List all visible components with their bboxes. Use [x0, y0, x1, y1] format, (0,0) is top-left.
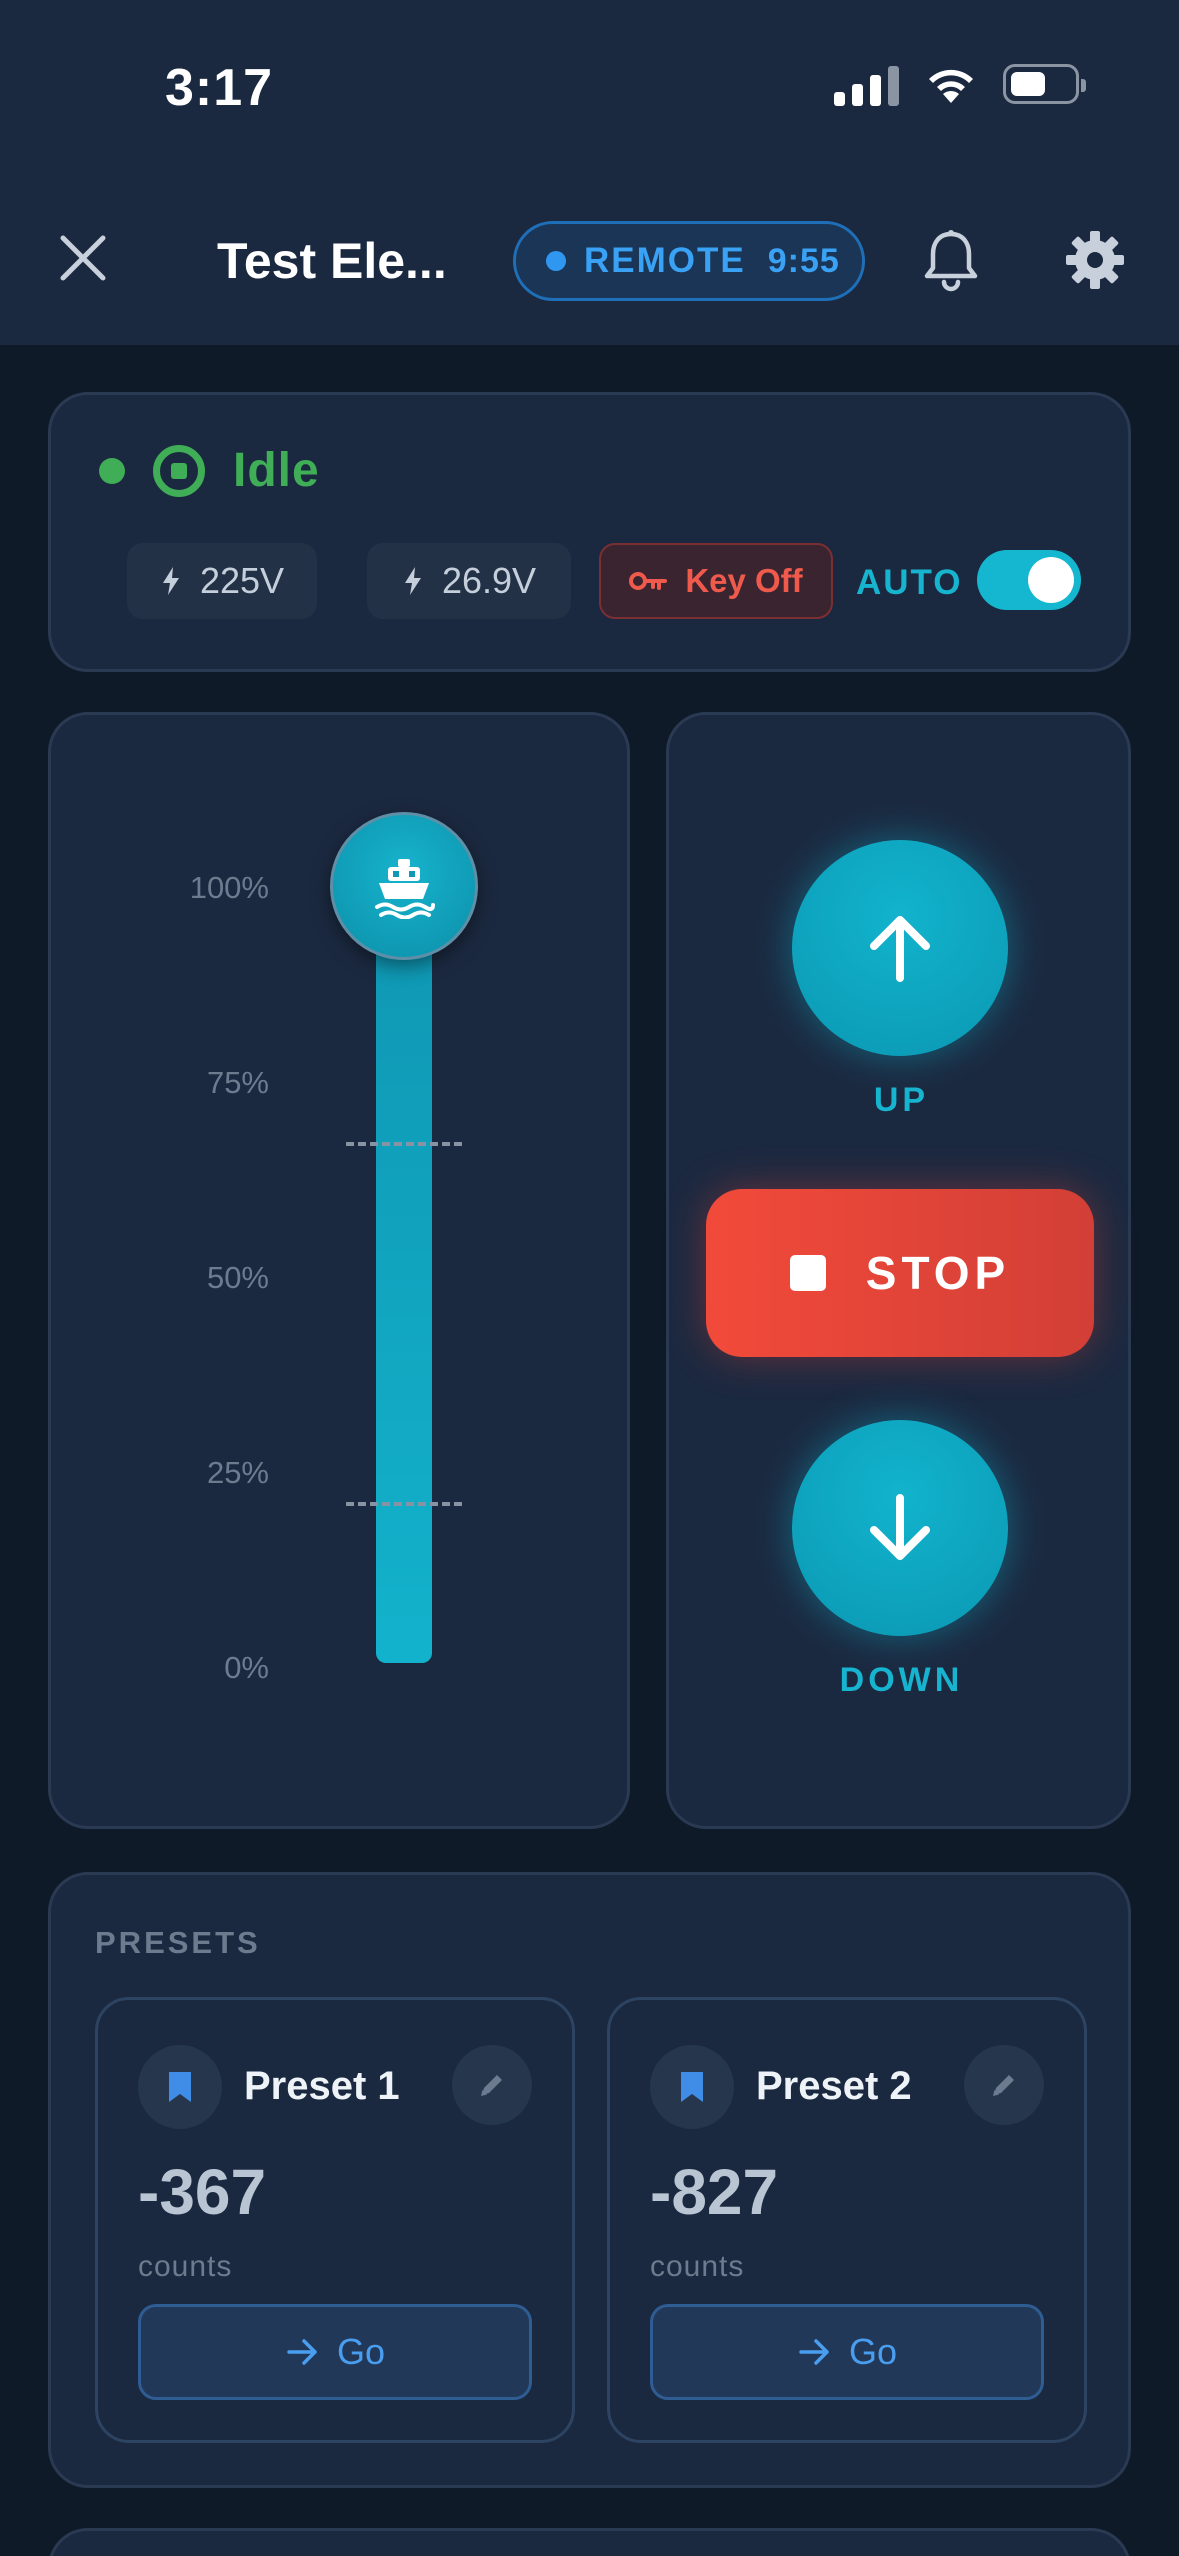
voltage-aux-chip: 26.9V [367, 543, 571, 619]
voltage-main-chip: 225V [127, 543, 317, 619]
tick-label: 75% [206, 1065, 269, 1100]
bell-icon[interactable] [921, 228, 981, 292]
go-button[interactable]: Go [138, 2304, 532, 2400]
preset-name: Preset 1 [244, 2064, 400, 2108]
remote-status-dot [546, 251, 566, 271]
up-button[interactable] [792, 840, 1008, 1056]
preset-value: -367 [138, 2156, 267, 2228]
status-time: 3:17 [165, 59, 274, 117]
pencil-icon [993, 2075, 1014, 2096]
stop-icon [789, 1255, 826, 1291]
boat-icon [375, 859, 435, 919]
arrow-right-icon [799, 2339, 829, 2365]
position-knob[interactable] [330, 812, 478, 960]
tick-label: 100% [189, 870, 269, 905]
arrow-up-icon [870, 916, 930, 982]
tick-label: 0% [224, 1650, 269, 1685]
close-icon[interactable] [55, 230, 111, 286]
presets-card: PRESETS Preset 1 -367 counts Go Preset 2… [48, 1872, 1131, 2488]
go-label: Go [848, 2331, 898, 2372]
pencil-icon [481, 2075, 502, 2096]
position-track[interactable] [376, 905, 432, 1663]
key-status-chip: Key Off [599, 543, 833, 619]
top-header: 3:17 Test Ele... REMOTE 9:55 [0, 0, 1179, 345]
bookmark-icon [681, 2072, 703, 2102]
bookmark-button[interactable] [650, 2045, 734, 2129]
remote-label: REMOTE [584, 241, 746, 280]
preset-unit: counts [650, 2250, 745, 2283]
stop-circle-icon [153, 444, 205, 497]
status-dot [99, 457, 125, 484]
go-label: Go [336, 2331, 386, 2372]
arrow-down-icon [870, 1494, 930, 1560]
remote-timer: 9:55 [767, 241, 840, 280]
page-title: Test Ele... [217, 233, 447, 289]
status-card: Idle 225V 26.9V Key Off AUTO [48, 392, 1131, 672]
gear-icon[interactable] [1064, 229, 1126, 291]
voltage-aux-value: 26.9V [441, 560, 537, 601]
preset-unit: counts [138, 2250, 233, 2283]
edit-preset-button[interactable] [964, 2045, 1044, 2125]
key-status-text: Key Off [685, 562, 803, 599]
cellular-signal-icon [834, 62, 899, 106]
auto-label: AUTO [856, 563, 963, 602]
edit-preset-button[interactable] [452, 2045, 532, 2125]
voltage-main-value: 225V [199, 560, 285, 601]
auto-toggle[interactable] [977, 550, 1081, 610]
preset-name: Preset 2 [756, 2064, 912, 2108]
bookmark-button[interactable] [138, 2045, 222, 2129]
bolt-icon [162, 567, 179, 595]
key-icon [629, 572, 668, 590]
tick-label: 25% [206, 1455, 269, 1490]
preset-item: Preset 2 -827 counts Go [607, 1997, 1087, 2443]
status-icons [834, 62, 1086, 106]
up-label: UP [873, 1081, 930, 1119]
status-text: Idle [233, 444, 320, 497]
position-slider-card: 100% 75% 50% 25% 0% [48, 712, 630, 1829]
next-card-partial [48, 2528, 1131, 2556]
idle-status-row: Idle [99, 443, 320, 498]
lower-limit-mark [346, 1502, 462, 1506]
go-button[interactable]: Go [650, 2304, 1044, 2400]
down-label: DOWN [839, 1661, 964, 1699]
wifi-icon [929, 69, 973, 103]
preset-value: -827 [650, 2156, 779, 2228]
presets-title: PRESETS [95, 1925, 261, 1960]
upper-limit-mark [346, 1142, 462, 1146]
stop-label: STOP [865, 1247, 1011, 1299]
battery-icon [1003, 64, 1086, 104]
bolt-icon [404, 567, 421, 595]
bookmark-icon [169, 2072, 191, 2102]
tick-label: 50% [206, 1260, 269, 1295]
stop-button[interactable]: STOP [706, 1189, 1094, 1357]
down-button[interactable] [792, 1420, 1008, 1636]
preset-item: Preset 1 -367 counts Go [95, 1997, 575, 2443]
arrow-right-icon [287, 2339, 317, 2365]
motion-control-card: UP STOP DOWN [666, 712, 1131, 1829]
remote-session-badge[interactable]: REMOTE 9:55 [513, 221, 865, 301]
